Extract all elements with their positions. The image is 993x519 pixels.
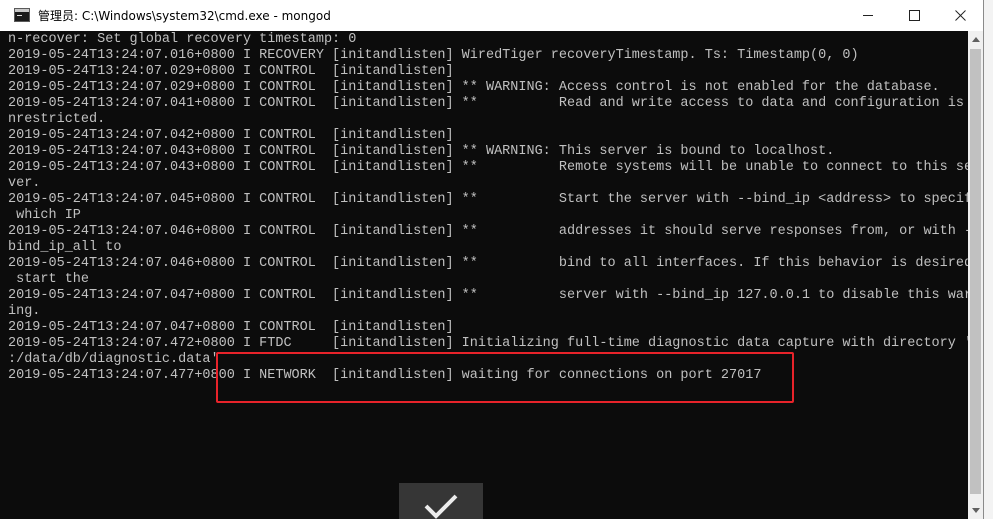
console-line: 2019-05-24T13:24:07.029+0800 I CONTROL [… — [8, 64, 454, 79]
maximize-icon — [908, 10, 920, 21]
console-line: 2019-05-24T13:24:07.045+0800 I CONTROL [… — [8, 192, 968, 207]
console-line: ver. — [8, 176, 41, 191]
chevron-up-icon — [971, 37, 980, 42]
console-line: 2019-05-24T13:24:07.043+0800 I CONTROL [… — [8, 144, 835, 159]
scroll-thumb[interactable] — [970, 49, 981, 494]
console-line: 2019-05-24T13:24:07.047+0800 I CONTROL [… — [8, 288, 968, 303]
console-line: 2019-05-24T13:24:07.043+0800 I CONTROL [… — [8, 160, 968, 175]
console-line: 2019-05-24T13:24:07.046+0800 I CONTROL [… — [8, 224, 968, 239]
console-line: 2019-05-24T13:24:07.472+0800 I FTDC [ini… — [8, 336, 968, 351]
console-line: 2019-05-24T13:24:07.477+0800 I NETWORK [… — [8, 368, 762, 383]
console-line: start the — [8, 272, 90, 287]
cmd-window: 管理员: C:\Windows\system32\cmd.exe - mongo… — [0, 0, 984, 519]
minimize-icon — [863, 15, 873, 16]
screenshot-root: 管理员: C:\Windows\system32\cmd.exe - mongo… — [0, 0, 993, 519]
console-line: nrestricted. — [8, 112, 106, 127]
title-bar[interactable]: 管理员: C:\Windows\system32\cmd.exe - mongo… — [0, 0, 983, 31]
chevron-down-icon — [971, 508, 980, 513]
console-output[interactable]: n-recover: Set global recovery timestamp… — [0, 31, 968, 519]
console-text-area: n-recover: Set global recovery timestamp… — [8, 32, 968, 384]
console-line: 2019-05-24T13:24:07.041+0800 I CONTROL [… — [8, 96, 968, 111]
console-line: 2019-05-24T13:24:07.042+0800 I CONTROL [… — [8, 128, 454, 143]
console-line: 2019-05-24T13:24:07.016+0800 I RECOVERY … — [8, 48, 859, 63]
console-line: 2019-05-24T13:24:07.046+0800 I CONTROL [… — [8, 256, 968, 271]
console-line: which IP — [8, 208, 81, 223]
maximize-button[interactable] — [891, 0, 937, 31]
minimize-button[interactable] — [845, 0, 891, 31]
console-line: 2019-05-24T13:24:07.029+0800 I CONTROL [… — [8, 80, 940, 95]
checkmark-overlay[interactable] — [399, 483, 483, 519]
console-line: 2019-05-24T13:24:07.047+0800 I CONTROL [… — [8, 320, 454, 335]
close-icon — [954, 10, 966, 21]
console-line: :/data/db/diagnostic.data' — [8, 352, 219, 367]
close-button[interactable] — [937, 0, 983, 31]
scroll-up-button[interactable] — [968, 31, 983, 48]
vertical-scrollbar[interactable] — [968, 31, 983, 519]
console-line: n-recover: Set global recovery timestamp… — [8, 32, 357, 47]
cmd-console-icon[interactable] — [14, 8, 30, 22]
window-title: 管理员: C:\Windows\system32\cmd.exe - mongo… — [38, 9, 331, 23]
console-line: ing. — [8, 304, 41, 319]
console-line: bind_ip_all to — [8, 240, 122, 255]
checkmark-icon — [424, 494, 458, 519]
scroll-down-button[interactable] — [968, 502, 983, 519]
